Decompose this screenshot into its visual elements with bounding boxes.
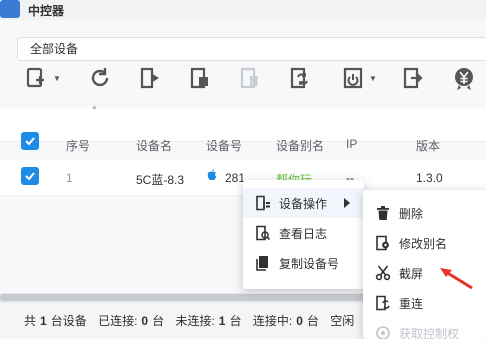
reconnect-icon xyxy=(375,295,391,311)
stop-script-icon xyxy=(190,67,208,89)
status-connected-label: 已连接: xyxy=(98,314,138,328)
cell-device-name: 5C蓝-8.3 xyxy=(136,173,185,187)
app-title: 中控器 xyxy=(28,4,65,18)
status-connected-count: 0 xyxy=(141,314,149,328)
add-device-button[interactable]: ▼ xyxy=(24,64,61,92)
menu-item-view-log[interactable]: 查看日志 xyxy=(243,218,364,248)
refresh-icon xyxy=(91,68,109,87)
add-device-icon xyxy=(26,67,44,88)
copy-icon xyxy=(255,255,271,271)
title-bar: 中控器 xyxy=(0,0,486,20)
menu-item-label: 重连 xyxy=(399,296,424,311)
run-script-button[interactable] xyxy=(137,64,163,92)
power-button[interactable]: ▼ xyxy=(340,64,377,92)
menu-item-label: 复制设备号 xyxy=(279,256,340,271)
submenu-item-reconnect[interactable]: 重连 xyxy=(363,288,486,318)
menu-item-label: 截屏 xyxy=(399,266,424,281)
log-icon xyxy=(255,225,271,241)
export-button[interactable] xyxy=(400,64,426,92)
submenu-item-delete[interactable]: 删除 xyxy=(363,198,486,228)
refresh-button[interactable] xyxy=(87,64,113,92)
chevron-down-icon: ▼ xyxy=(369,73,377,83)
status-connecting-label: 连接中: xyxy=(252,314,293,328)
menu-item-device-ops[interactable]: 设备操作 xyxy=(243,188,364,218)
submenu-arrow-icon xyxy=(344,198,350,208)
toolbar: ▼ ▼ xyxy=(0,60,486,100)
status-total-prefix: 共 xyxy=(24,314,37,328)
cell-version: 1.3.0 xyxy=(416,171,443,185)
column-header-index[interactable]: 序号 xyxy=(66,137,90,154)
recharge-button[interactable] xyxy=(451,64,477,92)
status-disconnected-unit: 台 xyxy=(229,314,242,328)
status-connecting-count: 0 xyxy=(296,314,303,328)
submenu-item-rename-alias[interactable]: 修改别名 xyxy=(363,228,486,258)
menu-item-label: 查看日志 xyxy=(279,226,328,241)
column-header-ip[interactable]: IP xyxy=(346,137,357,151)
row-checkbox[interactable] xyxy=(21,167,39,185)
device-ops-icon xyxy=(255,195,271,211)
sort-ascending-icon[interactable]: ▲ xyxy=(91,104,98,111)
status-connected-unit: 台 xyxy=(152,314,165,328)
pause-script-icon xyxy=(240,67,258,89)
trash-icon xyxy=(375,205,391,221)
menu-item-copy-device-no[interactable]: 复制设备号 xyxy=(243,248,364,278)
menu-item-label: 删除 xyxy=(399,206,424,221)
menu-item-label: 设备操作 xyxy=(279,196,328,211)
app-logo xyxy=(0,0,20,18)
pause-script-button[interactable] xyxy=(237,64,263,92)
device-group-select[interactable]: 全部设备 xyxy=(17,37,486,61)
scrollbar-thumb[interactable] xyxy=(0,294,380,301)
yen-icon xyxy=(455,68,473,90)
scissors-icon xyxy=(375,265,391,281)
chevron-down-icon: ▼ xyxy=(53,73,61,83)
cell-index: 1 xyxy=(66,171,73,185)
submenu-item-take-control[interactable]: 获取控制权 xyxy=(363,318,486,339)
export-icon xyxy=(403,67,423,89)
status-connecting-unit: 台 xyxy=(306,314,319,328)
sync-button[interactable] xyxy=(287,64,313,92)
control-icon xyxy=(375,325,391,339)
context-menu: 设备操作 查看日志 复制设备号 xyxy=(243,180,364,289)
stop-script-button[interactable] xyxy=(187,64,213,92)
edit-gear-icon xyxy=(375,235,391,251)
check-icon xyxy=(25,137,35,146)
status-total-suffix: 台设备 xyxy=(50,314,87,328)
status-disconnected-label: 未连接: xyxy=(175,314,215,328)
menu-item-label: 修改别名 xyxy=(399,236,448,251)
column-header-device-no[interactable]: 设备号 xyxy=(206,137,242,154)
status-total-count: 1 xyxy=(40,314,47,328)
play-script-icon xyxy=(140,67,159,89)
column-header-device-name[interactable]: 设备名 xyxy=(136,137,172,154)
status-idle-label: 空闲 xyxy=(330,314,355,328)
column-header-alias[interactable]: 设备别名 xyxy=(276,137,324,154)
menu-item-label: 获取控制权 xyxy=(399,326,460,339)
annotation-arrow-icon xyxy=(440,268,473,290)
check-icon xyxy=(25,172,35,181)
column-header-version[interactable]: 版本 xyxy=(416,137,440,154)
status-disconnected-count: 1 xyxy=(218,314,226,328)
power-icon xyxy=(343,67,363,89)
select-all-checkbox[interactable] xyxy=(21,132,39,150)
apple-icon xyxy=(207,169,217,181)
sync-icon xyxy=(290,67,308,89)
